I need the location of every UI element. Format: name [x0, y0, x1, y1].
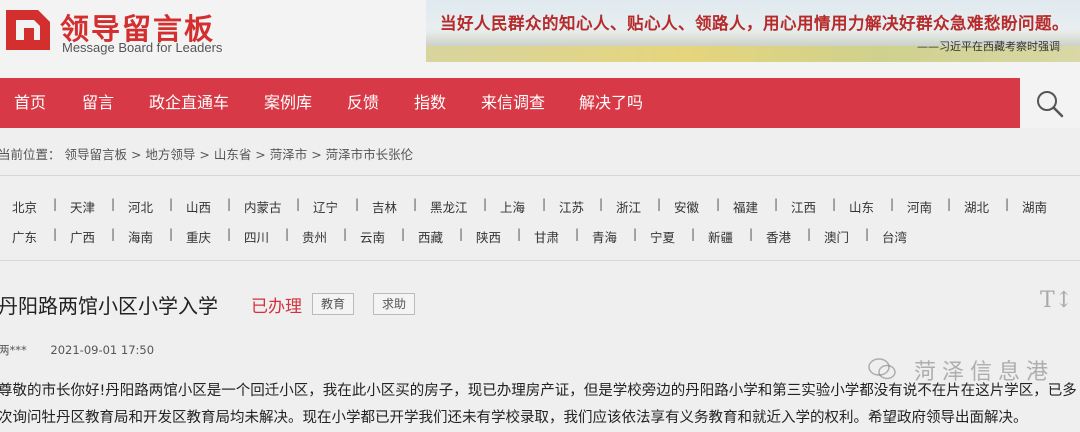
province-link[interactable]: 北京	[12, 197, 37, 216]
province-link[interactable]: 新疆	[708, 227, 733, 246]
watermark-text: 菏泽信息港	[914, 360, 1055, 385]
banner-quote: 当好人民群众的知心人、贴心人、领路人，用心用情用力解决好群众急难愁盼问题。	[440, 14, 1069, 33]
wechat-icon	[868, 358, 896, 380]
province-separator: |	[749, 227, 754, 241]
province-separator: |	[947, 197, 952, 211]
province-separator: |	[657, 197, 662, 211]
province-separator: |	[890, 197, 895, 211]
province-separator: |	[832, 197, 837, 211]
nav-index[interactable]: 指数	[414, 78, 446, 128]
province-separator: |	[517, 227, 522, 241]
province-separator: |	[865, 227, 870, 241]
province-separator: |	[169, 197, 174, 211]
province-separator: |	[633, 227, 638, 241]
article-meta: 两*** 2021-09-01 17:50	[0, 342, 154, 358]
province-link[interactable]: 江苏	[559, 197, 584, 216]
province-separator: |	[459, 227, 464, 241]
nav-letter-survey[interactable]: 来信调查	[481, 78, 545, 128]
province-link[interactable]: 台湾	[882, 227, 907, 246]
province-link[interactable]: 香港	[766, 227, 791, 246]
article-date: 2021-09-01 17:50	[50, 343, 155, 357]
province-link[interactable]: 四川	[244, 227, 269, 246]
province-link[interactable]: 福建	[733, 197, 758, 216]
province-separator: |	[285, 227, 290, 241]
article-author: 两***	[0, 343, 27, 357]
article-title: 丹阳路两馆小区小学入学	[0, 294, 218, 318]
province-separator: |	[599, 197, 604, 211]
province-separator: |	[296, 197, 301, 211]
province-separator: |	[169, 227, 174, 241]
province-link[interactable]: 湖南	[1022, 197, 1047, 216]
province-link[interactable]: 安徽	[674, 197, 699, 216]
province-divider-top	[0, 175, 1080, 176]
search-button[interactable]	[1020, 78, 1080, 128]
tag-help[interactable]: 求助	[373, 293, 416, 315]
province-link[interactable]: 山东	[849, 197, 874, 216]
province-link[interactable]: 澳门	[824, 227, 849, 246]
province-separator: |	[401, 227, 406, 241]
province-link[interactable]: 上海	[500, 197, 525, 216]
province-link[interactable]: 内蒙古	[244, 197, 282, 216]
province-link[interactable]: 海南	[128, 227, 153, 246]
province-separator: |	[227, 227, 232, 241]
province-separator: |	[355, 197, 360, 211]
nav-enterprise-express[interactable]: 政企直通车	[149, 78, 229, 128]
province-link[interactable]: 西藏	[418, 227, 443, 246]
nav-home[interactable]: 首页	[14, 78, 46, 128]
site-header: 领导留言板 Message Board for Leaders 当好人民群众的知…	[0, 0, 1080, 78]
province-link[interactable]: 浙江	[616, 197, 641, 216]
province-link[interactable]: 吉林	[372, 197, 397, 216]
province-link[interactable]: 甘肃	[534, 227, 559, 246]
province-link[interactable]: 河北	[128, 197, 153, 216]
province-link[interactable]: 贵州	[302, 227, 327, 246]
province-link[interactable]: 辽宁	[313, 197, 338, 216]
tag-education[interactable]: 教育	[312, 293, 355, 315]
province-link[interactable]: 广东	[12, 227, 37, 246]
province-separator: |	[111, 197, 116, 211]
province-link[interactable]: 青海	[592, 227, 617, 246]
province-link[interactable]: 云南	[360, 227, 385, 246]
province-link[interactable]: 重庆	[186, 227, 211, 246]
province-separator: |	[716, 197, 721, 211]
nav-resolved[interactable]: 解决了吗	[579, 78, 643, 128]
province-link[interactable]: 广西	[70, 227, 95, 246]
article-body-line-2: 次询问牡丹区教育局和开发区教育局均未解决。现在小学都已开学我们还未有学校录取，我…	[0, 410, 1028, 426]
province-separator: |	[807, 227, 812, 241]
province-link[interactable]: 湖北	[964, 197, 989, 216]
nav-feedback[interactable]: 反馈	[347, 78, 379, 128]
font-size-icon[interactable]: T↕	[1040, 288, 1073, 313]
banner-attribution: ——习近平在西藏考察时强调	[917, 40, 1060, 53]
province-separator: |	[691, 227, 696, 241]
province-link[interactable]: 江西	[791, 197, 816, 216]
province-link[interactable]: 宁夏	[650, 227, 675, 246]
province-link[interactable]: 陕西	[476, 227, 501, 246]
province-link[interactable]: 黑龙江	[430, 197, 468, 216]
province-separator: |	[575, 227, 580, 241]
province-separator: |	[1005, 197, 1010, 211]
province-separator: |	[343, 227, 348, 241]
province-link[interactable]: 河南	[907, 197, 932, 216]
watermark: 菏泽信息港	[868, 352, 1078, 392]
nav-case-library[interactable]: 案例库	[264, 78, 312, 128]
province-separator: |	[111, 227, 116, 241]
province-link[interactable]: 山西	[186, 197, 211, 216]
main-nav: 首页 留言 政企直通车 案例库 反馈 指数 来信调查 解决了吗	[0, 78, 1020, 128]
province-separator: |	[53, 227, 58, 241]
province-separator: |	[542, 197, 547, 211]
header-banner: 当好人民群众的知心人、贴心人、领路人，用心用情用力解决好群众急难愁盼问题。 ——…	[426, 0, 1080, 62]
province-separator: |	[483, 197, 488, 211]
nav-message[interactable]: 留言	[82, 78, 114, 128]
breadcrumb[interactable]: 当前位置： 领导留言板 > 地方领导 > 山东省 > 菏泽市 > 菏泽市市长张伦	[0, 144, 413, 163]
province-separator: |	[413, 197, 418, 211]
province-separator: |	[227, 197, 232, 211]
search-icon	[1037, 91, 1064, 118]
status-badge: 已办理	[251, 297, 302, 317]
province-divider-bottom	[0, 260, 1080, 261]
province-link[interactable]: 天津	[70, 197, 95, 216]
site-subtitle: Message Board for Leaders	[62, 40, 223, 55]
province-separator: |	[53, 197, 58, 211]
site-logo-icon[interactable]	[4, 6, 52, 52]
province-separator: |	[774, 197, 779, 211]
